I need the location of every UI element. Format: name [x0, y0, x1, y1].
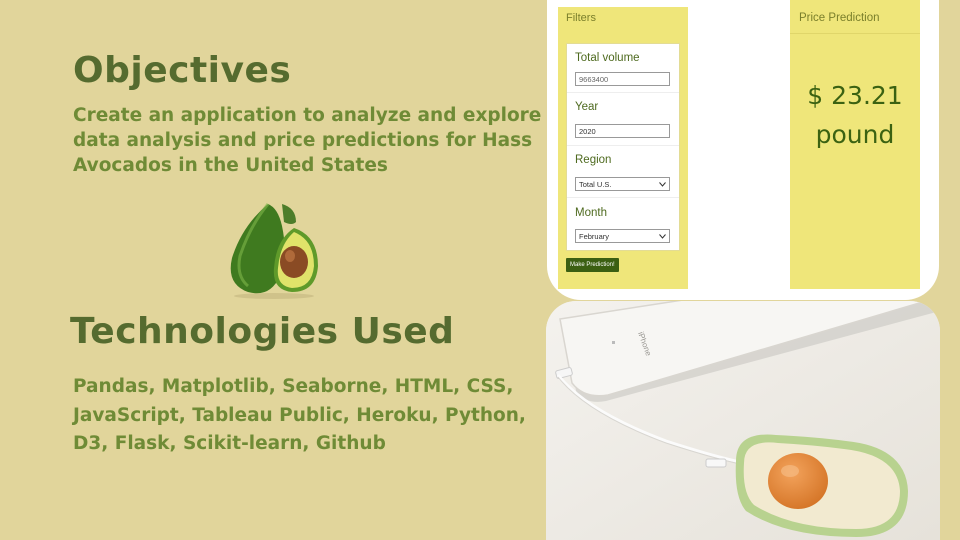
- region-select-value: Total U.S.: [579, 179, 612, 189]
- divider: [567, 145, 679, 146]
- year-label: Year: [575, 101, 599, 113]
- avocado-image: [230, 203, 318, 299]
- objectives-text: Create an application to analyze and exp…: [73, 105, 542, 176]
- price-prediction-panel: Price Prediction $ 23.21 pound: [790, 0, 920, 289]
- chevron-down-icon: [659, 233, 666, 239]
- divider: [790, 33, 920, 34]
- objectives-title: Objectives: [73, 50, 292, 91]
- region-select[interactable]: Total U.S.: [575, 177, 670, 191]
- filters-card: Total volume 9663400 Year 2020 Region To…: [566, 43, 680, 251]
- month-label: Month: [575, 207, 607, 219]
- technologies-title: Technologies Used: [70, 311, 455, 352]
- prediction-unit: pound: [815, 120, 895, 149]
- make-prediction-button[interactable]: Make Prediction!: [566, 258, 619, 272]
- divider: [567, 92, 679, 93]
- photo-illustration: iPhone: [546, 301, 940, 540]
- total-volume-label: Total volume: [575, 52, 640, 64]
- divider: [567, 197, 679, 198]
- month-select-value: February: [579, 231, 610, 241]
- prediction-value: $ 23.21 pound: [790, 76, 920, 154]
- prediction-amount: $ 23.21: [807, 81, 903, 110]
- prediction-title: Price Prediction: [799, 12, 880, 24]
- filters-panel: Filters Total volume 9663400 Year 2020 R…: [558, 7, 688, 289]
- technologies-text: Pandas, Matplotlib, Seaborne, HTML, CSS,…: [73, 376, 526, 454]
- region-label: Region: [575, 154, 612, 166]
- avocado-charger-photo: iPhone: [546, 301, 940, 540]
- chevron-down-icon: [659, 181, 666, 187]
- total-volume-input[interactable]: 9663400: [575, 72, 670, 86]
- year-input[interactable]: 2020: [575, 124, 670, 138]
- month-select[interactable]: February: [575, 229, 670, 243]
- filters-title: Filters: [566, 12, 596, 24]
- app-screenshot: Filters Total volume 9663400 Year 2020 R…: [547, 0, 939, 300]
